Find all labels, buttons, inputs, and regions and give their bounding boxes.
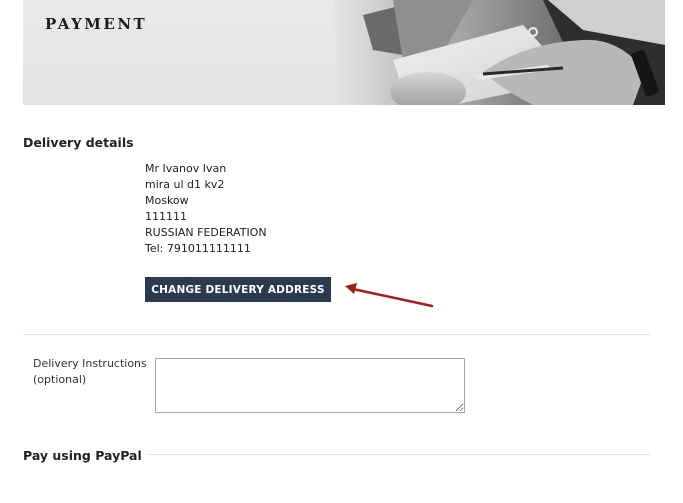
delivery-instructions-label: Delivery Instructions (optional): [33, 356, 153, 388]
pay-using-paypal-heading: Pay using PayPal: [23, 448, 148, 463]
annotation-arrow-icon: [345, 283, 434, 308]
payment-page: PAYMENT Delivery details Mr Ivanov Ivan …: [0, 0, 683, 503]
delivery-instructions-label-text: Delivery Instructions: [33, 357, 147, 370]
change-delivery-address-button[interactable]: CHANGE DELIVERY ADDRESS: [145, 277, 331, 302]
delivery-address: Mr Ivanov Ivan mira ul d1 kv2 Moskow 111…: [145, 161, 267, 257]
address-postcode: 111111: [145, 210, 187, 223]
delivery-instructions-textarea[interactable]: [155, 358, 465, 413]
delivery-details-heading: Delivery details: [23, 135, 134, 150]
header-banner: PAYMENT: [23, 0, 665, 105]
page-title: PAYMENT: [45, 15, 148, 33]
address-street: mira ul d1 kv2: [145, 178, 225, 191]
address-city: Moskow: [145, 194, 189, 207]
address-name: Mr Ivanov Ivan: [145, 162, 227, 175]
banner-photo: [333, 0, 665, 105]
address-phone: Tel: 791011111111: [145, 242, 251, 255]
section-divider: [23, 334, 650, 335]
delivery-instructions-optional-text: (optional): [33, 373, 87, 386]
address-country: RUSSIAN FEDERATION: [145, 226, 267, 239]
